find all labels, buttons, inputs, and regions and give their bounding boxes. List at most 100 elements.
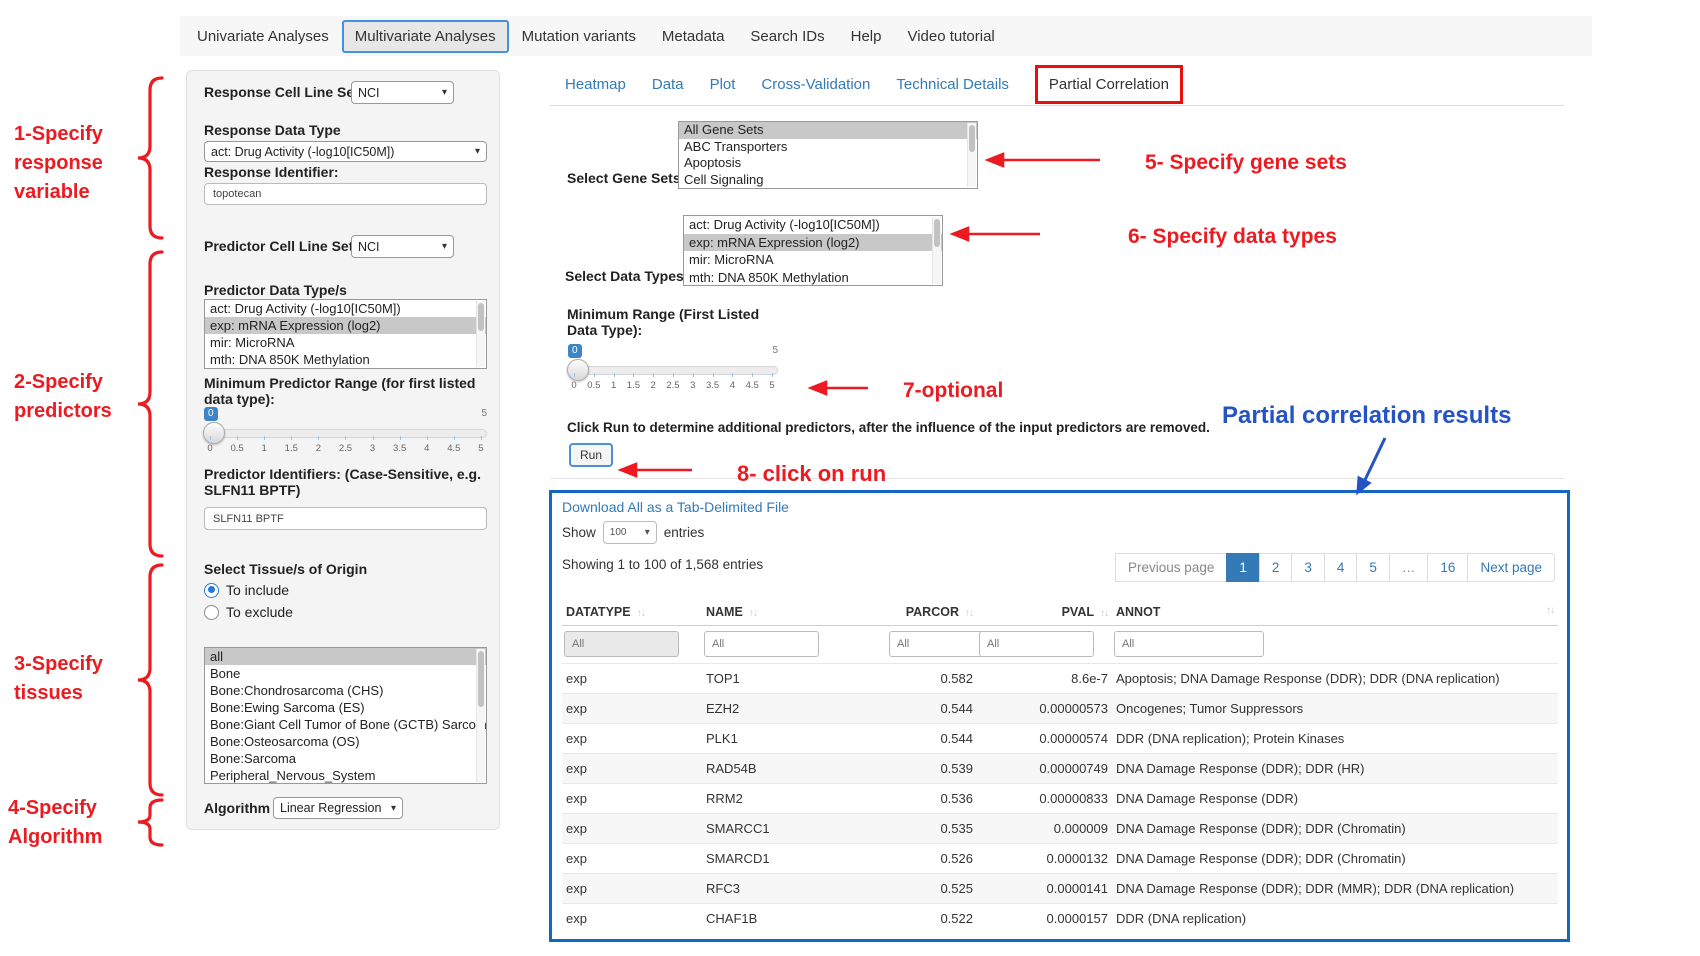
response-cell-line-select[interactable]: NCI▾ — [351, 81, 454, 104]
sort-icon[interactable]: ↑↓ — [965, 608, 973, 619]
filter-datatype-input[interactable] — [564, 631, 679, 657]
tissue-exclude-radio[interactable]: To exclude — [204, 604, 293, 620]
sort-icon[interactable]: ↑↓ — [1546, 605, 1554, 616]
tab[interactable]: Technical Details — [896, 76, 1009, 93]
predictor-cell-line-select[interactable]: NCI▾ — [351, 235, 454, 258]
pagination-button[interactable]: Previous page — [1115, 553, 1227, 582]
column-header-datatype[interactable]: DATATYPE↑↓ — [562, 599, 702, 626]
arrow-head-step6 — [953, 228, 968, 240]
tabs-underline — [550, 105, 1564, 106]
listbox-option[interactable]: Bone:Chondrosarcoma (CHS) — [205, 682, 486, 699]
cell-name: SMARCC1 — [702, 814, 887, 844]
pagination-button[interactable]: Next page — [1467, 553, 1555, 582]
tissue-include-radio[interactable]: To include — [204, 582, 289, 598]
table-filter-row — [562, 626, 1558, 664]
listbox-option[interactable]: ABC Transporters — [679, 139, 977, 156]
scrollbar[interactable] — [476, 301, 485, 367]
pagination-button[interactable]: 16 — [1427, 553, 1468, 582]
scrollbar[interactable] — [932, 217, 941, 284]
filter-name-input[interactable] — [704, 631, 819, 657]
nav-item[interactable]: Help — [838, 20, 895, 53]
predictor-data-types-listbox[interactable]: act: Drug Activity (-log10[IC50M])exp: m… — [204, 299, 487, 369]
listbox-option[interactable]: act: Drug Activity (-log10[IC50M]) — [684, 216, 942, 234]
nav-item[interactable]: Search IDs — [737, 20, 837, 53]
scrollbar[interactable] — [476, 649, 485, 782]
min-range-slider[interactable]: 0 5 00.511.522.533.544.55 — [568, 344, 778, 396]
listbox-option[interactable]: Bone:Sarcoma — [205, 750, 486, 767]
sort-icon[interactable]: ↑↓ — [749, 608, 757, 619]
response-data-type-select[interactable]: act: Drug Activity (-log10[IC50M])▾ — [204, 141, 487, 162]
column-header-name[interactable]: NAME↑↓ — [702, 599, 887, 626]
nav-item[interactable]: Univariate Analyses — [184, 20, 342, 53]
listbox-option[interactable]: act: Drug Activity (-log10[IC50M]) — [205, 300, 486, 317]
listbox-option[interactable]: Apoptosis — [679, 155, 977, 172]
listbox-option[interactable]: exp: mRNA Expression (log2) — [205, 317, 486, 334]
column-header-pval[interactable]: PVAL↑↓ — [977, 599, 1112, 626]
response-identifier-input[interactable] — [204, 183, 487, 205]
show-entries-select[interactable]: 100▾ — [603, 521, 657, 544]
pagination-button[interactable]: … — [1389, 553, 1429, 582]
pagination-button[interactable]: 5 — [1356, 553, 1390, 582]
pagination-button[interactable]: 2 — [1259, 553, 1293, 582]
table-row[interactable]: exp EZH2 0.544 0.00000573 Oncogenes; Tum… — [562, 694, 1558, 724]
cell-name: EZH2 — [702, 694, 887, 724]
nav-item[interactable]: Metadata — [649, 20, 738, 53]
cell-datatype: exp — [562, 904, 702, 934]
min-predictor-range-slider[interactable]: 0 5 00.511.522.533.544.55 — [204, 407, 487, 459]
table-row[interactable]: exp CHAF1B 0.522 0.0000157 DDR (DNA repl… — [562, 904, 1558, 934]
download-link[interactable]: Download All as a Tab-Delimited File — [562, 499, 789, 515]
filter-annot-input[interactable] — [1114, 631, 1264, 657]
listbox-option[interactable]: Bone:Osteosarcoma (OS) — [205, 733, 486, 750]
sidebar-panel: Response Cell Line Set NCI▾ Response Dat… — [186, 70, 500, 830]
listbox-option[interactable]: mth: DNA 850K Methylation — [684, 269, 942, 287]
table-row[interactable]: exp SMARCD1 0.526 0.0000132 DNA Damage R… — [562, 844, 1558, 874]
column-header-parcor[interactable]: PARCOR↑↓ — [887, 599, 977, 626]
slider-handle[interactable] — [567, 359, 589, 381]
scrollbar[interactable] — [967, 123, 976, 187]
pagination-button[interactable]: 4 — [1324, 553, 1358, 582]
tissue-listbox[interactable]: allBoneBone:Chondrosarcoma (CHS)Bone:Ewi… — [204, 647, 487, 784]
data-types-listbox[interactable]: act: Drug Activity (-log10[IC50M])exp: m… — [683, 215, 943, 286]
listbox-option[interactable]: Bone:Giant Cell Tumor of Bone (GCTB) Sar… — [205, 716, 486, 733]
tab[interactable]: Data — [652, 76, 684, 93]
table-row[interactable]: exp RFC3 0.525 0.0000141 DNA Damage Resp… — [562, 874, 1558, 904]
predictor-identifiers-input[interactable] — [204, 507, 487, 530]
column-header-annot[interactable]: ANNOT↑↓ — [1112, 599, 1558, 626]
table-row[interactable]: exp TOP1 0.582 8.6e-7 Apoptosis; DNA Dam… — [562, 664, 1558, 694]
listbox-option[interactable]: mth: DNA 850K Methylation — [205, 351, 486, 368]
tab[interactable]: Partial Correlation — [1035, 65, 1183, 104]
listbox-option[interactable]: Cell Signaling — [679, 172, 977, 189]
analysis-tabs: Heatmap Data Plot Cross-Validation Technical… — [565, 62, 1183, 106]
listbox-option[interactable]: Peripheral_Nervous_System — [205, 767, 486, 784]
nav-item[interactable]: Mutation variants — [509, 20, 649, 53]
table-row[interactable]: exp RAD54B 0.539 0.00000749 DNA Damage R… — [562, 754, 1558, 784]
filter-pval-input[interactable] — [979, 631, 1094, 657]
table-row[interactable]: exp RRM2 0.536 0.00000833 DNA Damage Res… — [562, 784, 1558, 814]
listbox-option[interactable]: mir: MicroRNA — [205, 334, 486, 351]
sort-icon[interactable]: ↑↓ — [1100, 608, 1108, 619]
algorithm-select[interactable]: Linear Regression▾ — [273, 797, 403, 819]
pagination-button[interactable]: 1 — [1226, 553, 1260, 582]
tab[interactable]: Cross-Validation — [761, 76, 870, 93]
listbox-option[interactable]: Bone — [205, 665, 486, 682]
table-row[interactable]: exp PLK1 0.544 0.00000574 DDR (DNA repli… — [562, 724, 1558, 754]
table-row[interactable]: exp SMARCC1 0.535 0.000009 DNA Damage Re… — [562, 814, 1558, 844]
slider-tick-label: 1.5 — [627, 380, 640, 391]
gene-sets-listbox[interactable]: All Gene SetsABC TransportersApoptosisCe… — [678, 121, 978, 189]
cell-parcor: 0.525 — [887, 874, 977, 904]
listbox-option[interactable]: exp: mRNA Expression (log2) — [684, 234, 942, 252]
cell-pval: 0.00000573 — [977, 694, 1112, 724]
nav-item[interactable]: Multivariate Analyses — [342, 20, 509, 53]
listbox-option[interactable]: Bone:Ewing Sarcoma (ES) — [205, 699, 486, 716]
slider-handle[interactable] — [203, 422, 225, 444]
listbox-option[interactable]: mir: MicroRNA — [684, 251, 942, 269]
run-button[interactable]: Run — [569, 443, 613, 467]
listbox-option[interactable]: all — [205, 648, 486, 665]
nav-item[interactable]: Video tutorial — [894, 20, 1007, 53]
slider-tick-label: 5 — [768, 380, 776, 391]
tab[interactable]: Heatmap — [565, 76, 626, 93]
pagination-button[interactable]: 3 — [1291, 553, 1325, 582]
sort-icon[interactable]: ↑↓ — [637, 608, 645, 619]
tab[interactable]: Plot — [710, 76, 736, 93]
listbox-option[interactable]: All Gene Sets — [679, 122, 977, 139]
